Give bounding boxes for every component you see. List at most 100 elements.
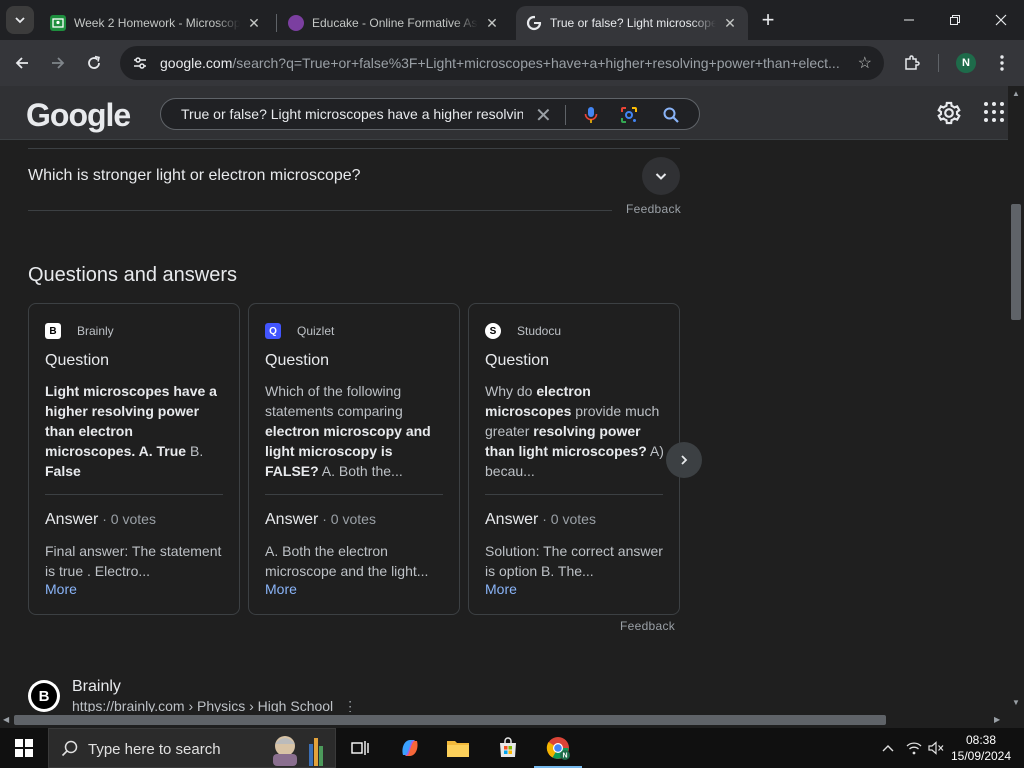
scroll-right-arrow-icon[interactable]: ▶ [994, 715, 1004, 725]
answer-text: Solution: The correct answer is option B… [485, 543, 663, 579]
result-site-name[interactable]: Brainly [72, 678, 121, 696]
system-clock[interactable]: 08:38 15/09/2024 [950, 732, 1012, 764]
minimize-icon [904, 19, 914, 21]
more-link[interactable]: More [265, 581, 297, 597]
file-explorer-button[interactable] [434, 728, 482, 768]
qa-card-quizlet[interactable]: Q Quizlet Question Which of the followin… [248, 303, 460, 615]
close-tab-icon[interactable]: ✕ [246, 15, 262, 32]
divider [28, 210, 612, 211]
toolbar-divider [938, 54, 939, 72]
source-name: Quizlet [297, 324, 335, 338]
clear-search-icon[interactable]: ✕ [535, 103, 552, 128]
new-tab-button[interactable]: + [756, 7, 780, 32]
restore-button[interactable] [932, 0, 978, 40]
back-button[interactable] [8, 49, 36, 77]
start-button[interactable] [0, 728, 48, 768]
more-link[interactable]: More [45, 581, 77, 597]
copilot-icon [402, 740, 418, 756]
more-link[interactable]: More [485, 581, 517, 597]
minimize-button[interactable] [886, 0, 932, 40]
scroll-down-arrow-icon[interactable]: ▼ [1011, 698, 1021, 708]
task-view-button[interactable] [336, 728, 384, 768]
close-tab-icon[interactable]: ✕ [484, 15, 500, 32]
google-search-box[interactable]: True or false? Light microscopes have a … [160, 98, 700, 130]
taskbar-search-box[interactable]: Type here to search [48, 728, 336, 768]
google-icon [526, 15, 542, 31]
close-tab-icon[interactable]: ✕ [722, 15, 738, 32]
search-input[interactable]: True or false? Light microscopes have a … [181, 106, 523, 122]
tab-google-search[interactable]: True or false? Light microscopes have a … [516, 6, 748, 40]
bookmark-star-icon[interactable]: ☆ [858, 53, 872, 73]
copilot-button[interactable] [386, 728, 434, 768]
studocu-icon: S [485, 323, 501, 339]
brainly-favicon: B [28, 680, 60, 712]
vote-count: · 0 votes [98, 511, 156, 527]
close-icon [995, 14, 1007, 26]
address-bar[interactable]: google.com/search?q=True+or+false%3F+Lig… [120, 46, 884, 80]
vote-count: · 0 votes [318, 511, 376, 527]
answer-label: Answer · 0 votes [265, 511, 376, 528]
feedback-link[interactable]: Feedback [620, 619, 675, 633]
forward-button[interactable] [44, 49, 72, 77]
answer-label: Answer · 0 votes [485, 511, 596, 528]
google-logo[interactable]: Google [26, 97, 131, 134]
carousel-next-button[interactable] [666, 442, 702, 478]
divider [28, 148, 680, 149]
source-name: Brainly [77, 324, 114, 338]
extensions-button[interactable] [898, 49, 926, 77]
chrome-taskbar-button[interactable]: N [534, 728, 582, 768]
scroll-left-arrow-icon[interactable]: ◀ [3, 715, 13, 725]
browser-tab-strip: Week 2 Homework - Microscopy ✕ Educake -… [0, 0, 1024, 40]
divider [265, 494, 443, 495]
tab-educake[interactable]: Educake - Online Formative Assessment ✕ [278, 6, 510, 40]
reload-button[interactable] [80, 49, 108, 77]
url-host: google.com [160, 55, 233, 71]
feedback-link[interactable]: Feedback [626, 202, 681, 216]
vertical-scrollbar[interactable]: ▲ ▼ [1008, 86, 1024, 712]
tab-week2-homework[interactable]: Week 2 Homework - Microscopy ✕ [40, 6, 272, 40]
google-lens-icon[interactable] [619, 105, 639, 125]
reload-icon [88, 55, 100, 69]
task-view-icon [351, 741, 369, 755]
expand-question-button[interactable] [642, 157, 680, 195]
tab-title: True or false? Light microscopes have a … [550, 16, 716, 30]
answer-text: Final answer: The statement is true . El… [45, 543, 222, 579]
scrollbar-thumb[interactable] [14, 715, 886, 725]
speaker-muted-icon [928, 741, 944, 755]
profile-button[interactable]: N [952, 49, 980, 77]
scroll-up-arrow-icon[interactable]: ▲ [1011, 89, 1021, 99]
microphone-icon[interactable] [581, 105, 601, 125]
show-hidden-icons-button[interactable] [878, 728, 898, 768]
chevron-right-icon [681, 455, 688, 465]
google-classroom-icon [50, 15, 66, 31]
clock-date: 15/09/2024 [950, 749, 1012, 763]
tab-title: Week 2 Homework - Microscopy [74, 16, 240, 30]
network-button[interactable] [904, 728, 924, 768]
url-text: google.com/search?q=True+or+false%3F+Lig… [160, 55, 840, 71]
tab-separator [276, 14, 277, 32]
educake-icon [288, 15, 304, 31]
vote-count: · 0 votes [538, 511, 596, 527]
close-window-button[interactable] [978, 0, 1024, 40]
microsoft-store-button[interactable] [484, 728, 532, 768]
chrome-menu-button[interactable] [988, 49, 1016, 77]
search-icon[interactable] [661, 105, 681, 125]
card-source: S Studocu [485, 323, 561, 339]
qa-card-studocu[interactable]: S Studocu Question Why do electron micro… [468, 303, 680, 615]
question-label: Question [45, 352, 110, 369]
settings-gear-icon[interactable] [936, 100, 962, 126]
result-url: https://brainly.com › Physics › High Sch… [72, 698, 358, 712]
scrollbar-thumb[interactable] [1011, 204, 1021, 320]
arrow-left-icon [15, 57, 28, 69]
more-vertical-icon[interactable]: ⋮ [343, 698, 357, 712]
tab-search-button[interactable] [6, 6, 34, 34]
qa-card-brainly[interactable]: B Brainly Question Light microscopes hav… [28, 303, 240, 615]
horizontal-scrollbar[interactable]: ◀ ▶ [0, 712, 1008, 728]
site-info-icon[interactable] [130, 53, 150, 73]
search-results: Which is stronger light or electron micr… [0, 140, 1008, 712]
brainly-icon: B [45, 323, 61, 339]
clock-time: 08:38 [965, 733, 997, 747]
google-apps-icon[interactable] [984, 102, 1004, 122]
related-question[interactable]: Which is stronger light or electron micr… [28, 167, 361, 185]
volume-button[interactable] [926, 728, 946, 768]
